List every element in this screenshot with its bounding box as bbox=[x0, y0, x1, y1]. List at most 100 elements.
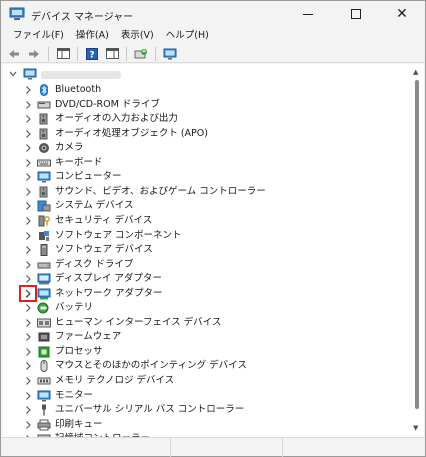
tree-item[interactable]: マウスとそのほかのポインティング デバイス bbox=[3, 359, 403, 374]
properties-pane-button[interactable] bbox=[54, 46, 72, 62]
chevron-right-icon[interactable] bbox=[23, 404, 33, 416]
tree-item-label: システム デバイス bbox=[55, 200, 134, 212]
computer-icon bbox=[37, 171, 51, 183]
tree-item[interactable]: 印刷キュー bbox=[3, 418, 403, 433]
chevron-right-icon[interactable] bbox=[23, 230, 33, 242]
chevron-right-icon[interactable] bbox=[23, 215, 33, 227]
chevron-right-icon[interactable] bbox=[23, 317, 33, 329]
tree-item-label: DVD/CD-ROM ドライブ bbox=[55, 98, 160, 110]
close-icon: ✕ bbox=[396, 6, 408, 22]
tree-item[interactable]: バッテリ bbox=[3, 301, 403, 316]
tree-item[interactable]: Bluetooth bbox=[3, 83, 403, 98]
chevron-right-icon[interactable] bbox=[23, 346, 33, 358]
tree-item[interactable]: ヒューマン インターフェイス デバイス bbox=[3, 316, 403, 331]
minimize-icon bbox=[303, 13, 313, 15]
memory-icon bbox=[37, 375, 51, 387]
tree-root[interactable] bbox=[3, 68, 403, 82]
processor-icon bbox=[37, 346, 51, 358]
tree-item[interactable]: サウンド、ビデオ、およびゲーム コントローラー bbox=[3, 185, 403, 200]
tree-item[interactable]: オーディオの入力および出力 bbox=[3, 112, 403, 127]
close-button[interactable]: ✕ bbox=[379, 1, 425, 27]
chevron-right-icon[interactable] bbox=[23, 375, 33, 387]
vertical-scrollbar[interactable]: ▲ ▼ bbox=[410, 64, 424, 437]
menu-view[interactable]: 表示(V) bbox=[115, 27, 160, 45]
chevron-right-icon[interactable] bbox=[23, 171, 33, 183]
chevron-right-icon[interactable] bbox=[23, 200, 33, 212]
update-driver-icon bbox=[134, 48, 147, 58]
hid-icon bbox=[37, 317, 51, 329]
tree-item[interactable]: システム デバイス bbox=[3, 199, 403, 214]
help-button[interactable]: ? bbox=[83, 46, 101, 62]
tree-item-label: マウスとそのほかのポインティング デバイス bbox=[55, 360, 247, 372]
scroll-up-icon[interactable]: ▲ bbox=[413, 68, 418, 76]
minimize-button[interactable] bbox=[285, 1, 331, 27]
system-device-icon bbox=[37, 200, 51, 212]
tree-item-label: モニター bbox=[55, 389, 94, 401]
chevron-right-icon[interactable] bbox=[23, 331, 33, 343]
tree-item[interactable]: メモリ テクノロジ デバイス bbox=[3, 374, 403, 389]
chevron-right-icon[interactable] bbox=[23, 99, 33, 111]
device-tree[interactable]: Bluetooth DVD/CD-ROM ドライブオーディオの入力および出力オーデ… bbox=[3, 64, 410, 437]
toolbar-separator bbox=[48, 46, 49, 61]
status-bar bbox=[1, 437, 425, 457]
tree-item[interactable]: コンピューター bbox=[3, 170, 403, 185]
window-title: デバイス マネージャー bbox=[31, 12, 134, 23]
tree-item[interactable]: DVD/CD-ROM ドライブ bbox=[3, 98, 403, 113]
tree-item-label: ソフトウェア コンポーネント bbox=[55, 229, 182, 241]
menu-help[interactable]: ヘルプ(H) bbox=[160, 27, 215, 45]
chevron-right-icon[interactable] bbox=[23, 186, 33, 198]
chevron-right-icon[interactable] bbox=[23, 259, 33, 271]
maximize-button[interactable] bbox=[333, 1, 379, 27]
chevron-right-icon[interactable] bbox=[23, 113, 33, 125]
chevron-right-icon[interactable] bbox=[23, 273, 33, 285]
tree-item[interactable]: プロセッサ bbox=[3, 345, 403, 360]
chevron-right-icon[interactable] bbox=[23, 84, 33, 96]
tree-item-label: 印刷キュー bbox=[55, 418, 103, 430]
chevron-right-icon[interactable] bbox=[23, 390, 33, 402]
tree-item-label: バッテリ bbox=[55, 302, 94, 314]
tree-item-label: ファームウェア bbox=[55, 331, 122, 343]
tree-item-label: プロセッサ bbox=[55, 345, 103, 357]
tree-item-label: オーディオの入力および出力 bbox=[55, 113, 178, 125]
tree-item[interactable]: カメラ bbox=[3, 141, 403, 156]
chevron-right-icon[interactable] bbox=[23, 302, 33, 314]
chevron-down-icon[interactable] bbox=[8, 68, 18, 83]
chevron-right-icon[interactable] bbox=[23, 419, 33, 431]
tree-item[interactable]: キーボード bbox=[3, 156, 403, 171]
tree-item[interactable]: ソフトウェア デバイス bbox=[3, 243, 403, 258]
chevron-right-icon[interactable] bbox=[23, 360, 33, 372]
tree-item-label: ディスク ドライブ bbox=[55, 258, 134, 270]
title-bar: デバイス マネージャー ✕ bbox=[1, 1, 425, 27]
tree-item-label: メモリ テクノロジ デバイス bbox=[55, 375, 175, 386]
tree-item[interactable]: ファームウェア bbox=[3, 330, 403, 345]
chevron-right-icon[interactable] bbox=[23, 288, 33, 300]
chevron-right-icon[interactable] bbox=[23, 142, 33, 154]
monitor-icon bbox=[37, 390, 51, 402]
tree-item[interactable]: オーディオ処理オブジェクト (APO) bbox=[3, 127, 403, 142]
toolbar-separator bbox=[77, 46, 78, 61]
tree-item[interactable]: セキュリティ デバイス bbox=[3, 214, 403, 229]
chevron-right-icon[interactable] bbox=[23, 128, 33, 140]
back-button[interactable] bbox=[5, 46, 23, 62]
tree-item[interactable]: モニター bbox=[3, 389, 403, 404]
menu-bar: ファイル(F) 操作(A) 表示(V) ヘルプ(H) bbox=[1, 27, 425, 45]
scan-hardware-button[interactable] bbox=[161, 46, 179, 62]
chevron-right-icon[interactable] bbox=[23, 244, 33, 256]
scroll-down-icon[interactable]: ▼ bbox=[413, 424, 418, 432]
tree-item[interactable]: ソフトウェア コンポーネント bbox=[3, 229, 403, 244]
forward-button[interactable] bbox=[25, 46, 43, 62]
tree-item[interactable]: ユニバーサル シリアル バス コントローラー bbox=[3, 403, 403, 418]
menu-action[interactable]: 操作(A) bbox=[70, 27, 115, 45]
status-cell bbox=[283, 438, 425, 457]
update-driver-button[interactable] bbox=[132, 46, 150, 62]
scrollbar-thumb[interactable] bbox=[415, 80, 419, 409]
speaker-icon bbox=[37, 128, 51, 140]
chevron-right-icon[interactable] bbox=[23, 157, 33, 169]
dvd-drive-icon bbox=[37, 99, 51, 111]
tree-item[interactable]: ディスク ドライブ bbox=[3, 258, 403, 273]
menu-file[interactable]: ファイル(F) bbox=[7, 27, 70, 45]
tree-item-label: サウンド、ビデオ、およびゲーム コントローラー bbox=[55, 185, 266, 197]
action-pane-button[interactable] bbox=[103, 46, 121, 62]
tree-item[interactable]: ネットワーク アダプター bbox=[3, 287, 403, 302]
tree-item[interactable]: ディスプレイ アダプター bbox=[3, 272, 403, 287]
